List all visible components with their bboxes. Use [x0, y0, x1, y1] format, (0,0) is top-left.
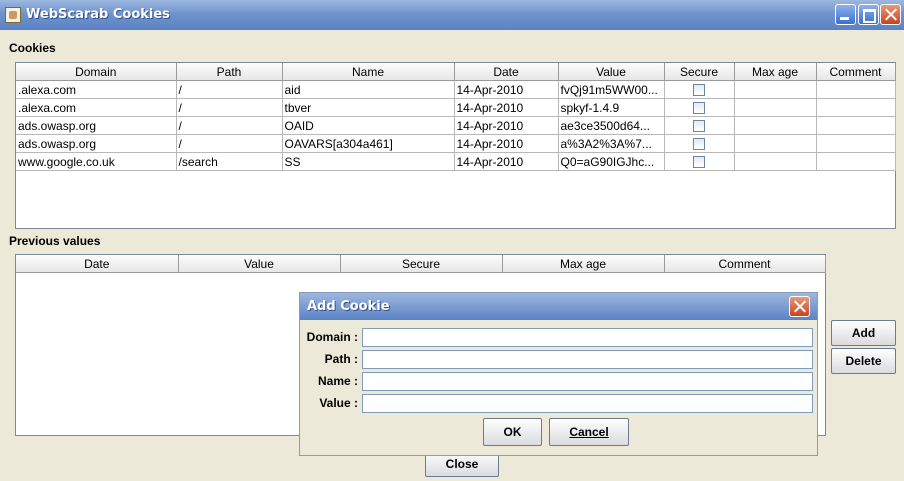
- cell-path: /search: [176, 152, 283, 171]
- cell-path: /: [176, 80, 283, 99]
- dialog-title: Add Cookie: [307, 299, 390, 314]
- cell-path: /: [176, 116, 283, 135]
- cell-secure: [664, 152, 735, 171]
- secure-checkbox[interactable]: [693, 156, 705, 169]
- cell-domain: ads.owasp.org: [16, 116, 177, 135]
- cell-name: SS: [282, 152, 455, 171]
- col-header-secure[interactable]: Secure: [664, 63, 735, 81]
- previous-values-label: Previous values: [9, 234, 101, 248]
- domain-label: Domain :: [306, 330, 358, 344]
- name-label: Name :: [317, 374, 358, 388]
- add-cookie-dialog: Add Cookie Domain : Path : Name : Value …: [299, 292, 818, 456]
- value-field[interactable]: [362, 394, 813, 413]
- cell-value: spkyf-1.4.9: [558, 98, 665, 117]
- cell-date: 14-Apr-2010: [454, 98, 559, 117]
- cell-secure: [664, 134, 735, 153]
- cell-date: 14-Apr-2010: [454, 152, 559, 171]
- close-window-button[interactable]: [880, 4, 901, 25]
- cell-name: tbver: [282, 98, 455, 117]
- add-button[interactable]: Add: [831, 320, 896, 346]
- cell-comment: [816, 116, 896, 135]
- col-header-comment[interactable]: Comment: [816, 63, 896, 81]
- cell-path: /: [176, 98, 283, 117]
- cookies-label: Cookies: [9, 41, 56, 55]
- cell-path: /: [176, 134, 283, 153]
- previous-header-row: Date Value Secure Max age Comment: [16, 255, 826, 273]
- cell-name: OAVARS[a304a461]: [282, 134, 455, 153]
- cell-date: 14-Apr-2010: [454, 116, 559, 135]
- cell-domain: ads.owasp.org: [16, 134, 177, 153]
- table-row[interactable]: ads.owasp.org / OAID 14-Apr-2010 ae3ce35…: [16, 116, 896, 135]
- cell-max-age: [734, 80, 817, 99]
- name-field[interactable]: [362, 372, 813, 391]
- cell-domain: www.google.co.uk: [16, 152, 177, 171]
- cell-value: Q0=aG90IGJhc...: [558, 152, 665, 171]
- cell-date: 14-Apr-2010: [454, 80, 559, 99]
- cookies-table[interactable]: Domain Path Name Date Value Secure Max a…: [15, 62, 896, 229]
- cell-domain: .alexa.com: [16, 98, 177, 117]
- col-header-max-age[interactable]: Max age: [502, 255, 665, 273]
- cell-value: a%3A2%3A%7...: [558, 134, 665, 153]
- table-row[interactable]: ads.owasp.org / OAVARS[a304a461] 14-Apr-…: [16, 134, 896, 153]
- cell-name: aid: [282, 80, 455, 99]
- table-row[interactable]: .alexa.com / aid 14-Apr-2010 fvQj91m5WW0…: [16, 80, 896, 99]
- cancel-button[interactable]: Cancel: [549, 418, 629, 446]
- ok-button[interactable]: OK: [483, 418, 542, 446]
- path-label: Path :: [324, 352, 358, 366]
- maximize-button[interactable]: [858, 4, 879, 25]
- cell-name: OAID: [282, 116, 455, 135]
- col-header-path[interactable]: Path: [176, 63, 283, 81]
- cell-date: 14-Apr-2010: [454, 134, 559, 153]
- cell-value: ae3ce3500d64...: [558, 116, 665, 135]
- value-label: Value :: [319, 396, 358, 410]
- col-header-date[interactable]: Date: [454, 63, 559, 81]
- minimize-button[interactable]: [835, 4, 856, 25]
- col-header-comment[interactable]: Comment: [664, 255, 826, 273]
- cell-domain: .alexa.com: [16, 80, 177, 99]
- cookies-header-row: Domain Path Name Date Value Secure Max a…: [16, 63, 896, 81]
- title-bar[interactable]: WebScarab Cookies: [0, 0, 904, 30]
- table-row[interactable]: www.google.co.uk /search SS 14-Apr-2010 …: [16, 152, 896, 171]
- cell-max-age: [734, 152, 817, 171]
- cell-secure: [664, 80, 735, 99]
- cell-max-age: [734, 98, 817, 117]
- delete-button[interactable]: Delete: [831, 348, 896, 374]
- dialog-close-button[interactable]: [789, 296, 810, 317]
- cell-comment: [816, 152, 896, 171]
- secure-checkbox[interactable]: [693, 120, 705, 133]
- path-field[interactable]: [362, 350, 813, 369]
- cell-comment: [816, 98, 896, 117]
- col-header-secure[interactable]: Secure: [340, 255, 503, 273]
- java-app-icon: [5, 7, 21, 23]
- table-row[interactable]: .alexa.com / tbver 14-Apr-2010 spkyf-1.4…: [16, 98, 896, 117]
- col-header-name[interactable]: Name: [282, 63, 455, 81]
- secure-checkbox[interactable]: [693, 84, 705, 97]
- cell-secure: [664, 98, 735, 117]
- secure-checkbox[interactable]: [693, 138, 705, 151]
- col-header-value[interactable]: Value: [178, 255, 341, 273]
- col-header-date[interactable]: Date: [16, 255, 179, 273]
- domain-field[interactable]: [362, 328, 813, 347]
- cell-max-age: [734, 116, 817, 135]
- col-header-domain[interactable]: Domain: [16, 63, 177, 81]
- col-header-value[interactable]: Value: [558, 63, 665, 81]
- cell-max-age: [734, 134, 817, 153]
- col-header-max-age[interactable]: Max age: [734, 63, 817, 81]
- cell-secure: [664, 116, 735, 135]
- cell-value: fvQj91m5WW00...: [558, 80, 665, 99]
- window-title: WebScarab Cookies: [26, 7, 170, 22]
- secure-checkbox[interactable]: [693, 102, 705, 115]
- webscarab-cookies-window: WebScarab Cookies Cookies Domain Path Na…: [0, 0, 904, 481]
- cell-comment: [816, 80, 896, 99]
- cell-comment: [816, 134, 896, 153]
- dialog-title-bar[interactable]: Add Cookie: [300, 293, 817, 320]
